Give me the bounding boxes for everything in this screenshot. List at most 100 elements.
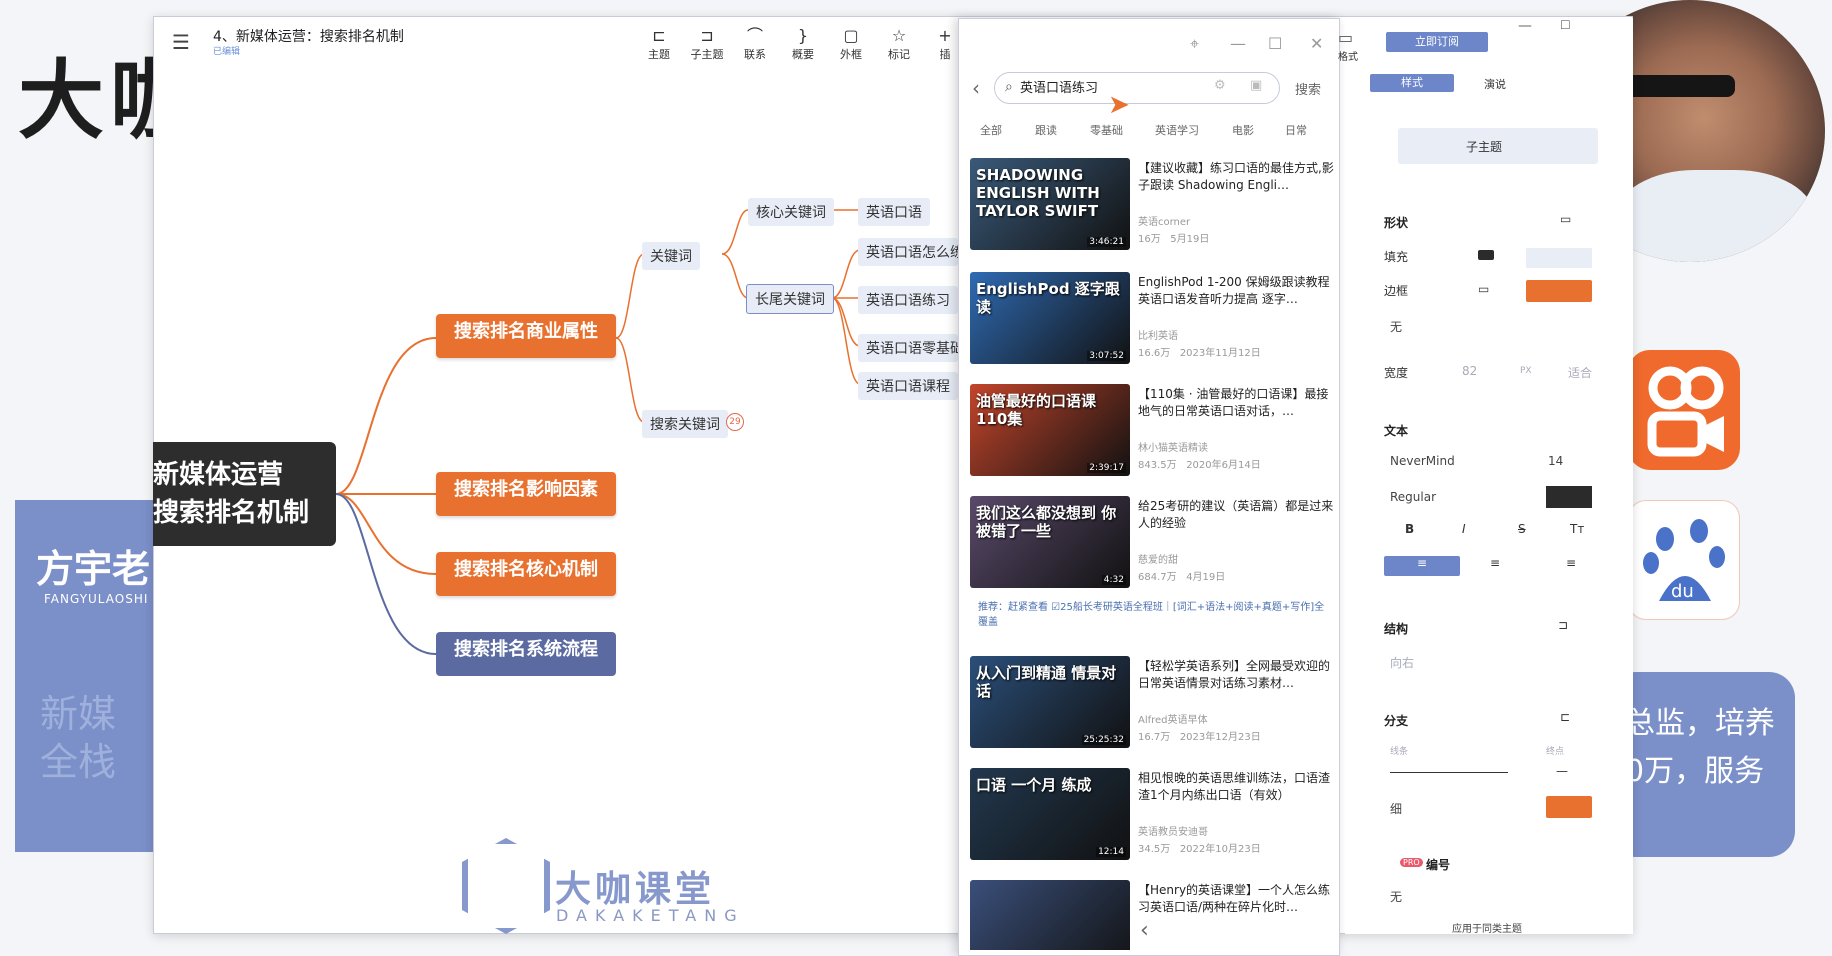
image-search-icon[interactable]: ▣ bbox=[1250, 78, 1262, 93]
text-color-swatch[interactable] bbox=[1546, 486, 1592, 508]
mindmap-leaf-1[interactable]: 英语口语 bbox=[858, 198, 930, 226]
video-result[interactable]: 从入门到精通 情景对话 25:25:32 【轻松学英语系列】全网最受欢迎的日常英语情… bbox=[970, 656, 1332, 751]
align-center-icon[interactable]: ≡ bbox=[1490, 556, 1500, 570]
mindmap-leaf-5[interactable]: 英语口语课程 bbox=[858, 372, 958, 400]
video-result[interactable]: 口语 一个月 练成 12:14 相见恨晚的英语思维训练法，口语渣渣1个月内练出口语（… bbox=[970, 768, 1332, 863]
video-title[interactable]: 【110集 · 油管最好的口语课】最接地气的日常英语口语对话，… bbox=[1138, 386, 1334, 420]
video-author[interactable]: 林小猫英语精读 bbox=[1138, 439, 1208, 454]
font-family-select[interactable]: NeverMind bbox=[1390, 454, 1455, 468]
video-result[interactable]: SHADOWING ENGLISH WITH TAYLOR SWIFT 3:46:… bbox=[970, 158, 1334, 253]
maximize-icon[interactable]: ☐ bbox=[1268, 34, 1282, 53]
fill-swatch[interactable] bbox=[1478, 250, 1494, 260]
shape-icon[interactable]: ▭ bbox=[1560, 212, 1571, 226]
align-left-icon[interactable]: ≡ bbox=[1384, 556, 1460, 576]
structure-section[interactable]: 结构 bbox=[1384, 620, 1408, 637]
mindmap-branch-process[interactable]: 搜索排名系统流程 bbox=[436, 632, 616, 676]
shape-section[interactable]: 形状 bbox=[1384, 214, 1408, 231]
line-weight-select[interactable]: 细 bbox=[1390, 800, 1402, 817]
window-maximize-icon[interactable]: ☐ bbox=[1560, 18, 1571, 32]
minimize-icon[interactable]: — bbox=[1230, 34, 1246, 53]
filter-tab-beginner[interactable]: 零基础 bbox=[1090, 122, 1123, 138]
italic-icon[interactable]: I bbox=[1462, 522, 1466, 536]
numbering-select[interactable]: 无 bbox=[1390, 888, 1402, 905]
collapsed-count-badge[interactable]: 29 bbox=[726, 413, 744, 431]
fill-color-box[interactable] bbox=[1526, 248, 1592, 268]
branch-icon[interactable]: ⊏ bbox=[1560, 710, 1570, 724]
settings-icon[interactable]: ⚙ bbox=[1214, 78, 1226, 93]
pin-icon[interactable]: ⌖ bbox=[1190, 34, 1199, 54]
filter-tab-all[interactable]: 全部 bbox=[980, 122, 1002, 138]
style-tab[interactable]: 样式 bbox=[1370, 74, 1454, 92]
mindmap-leaf-4[interactable]: 英语口语零基础 bbox=[858, 334, 958, 362]
mindmap-topic-long-tail[interactable]: 长尾关键词 bbox=[746, 284, 834, 314]
present-tab[interactable]: 演说 bbox=[1484, 76, 1506, 92]
filter-tab-english[interactable]: 英语学习 bbox=[1155, 122, 1199, 138]
branch-color-swatch[interactable] bbox=[1546, 796, 1592, 818]
video-result[interactable]: EnglishPod 逐字跟读 3:07:52 EnglishPod 1-200 保… bbox=[970, 272, 1332, 367]
video-author[interactable]: 英语corner bbox=[1138, 213, 1190, 228]
video-thumbnail[interactable]: 口语 一个月 练成 12:14 bbox=[970, 768, 1130, 860]
font-size-select[interactable]: 14 bbox=[1548, 454, 1563, 468]
text-section[interactable]: 文本 bbox=[1384, 422, 1408, 439]
video-result[interactable]: 我们这么都没想到 你被错了一些 4:32 给25考研的建议（英语篇）都是过来人的经验… bbox=[970, 496, 1334, 591]
mindmap-leaf-3[interactable]: 英语口语练习 bbox=[858, 286, 958, 314]
mindmap-topic-keyword[interactable]: 关键词 bbox=[642, 242, 700, 270]
back-icon[interactable]: ‹ bbox=[972, 76, 980, 100]
video-thumbnail[interactable]: 我们这么都没想到 你被错了一些 4:32 bbox=[970, 496, 1130, 588]
thumbnail-text: 口语 一个月 练成 bbox=[976, 776, 1092, 794]
mindmap-branch-core[interactable]: 搜索排名核心机制 bbox=[436, 552, 616, 596]
video-thumbnail[interactable]: 油管最好的口语课 110集 2:39:17 bbox=[970, 384, 1130, 476]
branch-section[interactable]: 分支 bbox=[1384, 712, 1408, 729]
mindmap-root-topic[interactable]: 新媒体运营 搜索排名机制 bbox=[153, 442, 336, 546]
filter-tab-movie[interactable]: 电影 bbox=[1232, 122, 1254, 138]
popup-back-icon[interactable]: ‹ bbox=[1140, 918, 1149, 943]
video-title[interactable]: 相见恨晚的英语思维训练法，口语渣渣1个月内练出口语（有效） bbox=[1138, 770, 1334, 804]
fit-button[interactable]: 适合 bbox=[1568, 364, 1592, 381]
format-icon[interactable]: ▭ bbox=[1338, 28, 1353, 47]
width-input[interactable]: 82 bbox=[1462, 364, 1477, 378]
video-title[interactable]: 【建议收藏】练习口语的最佳方式,影子跟读 Shadowing Engli… bbox=[1138, 160, 1334, 194]
text-case-icon[interactable]: Tт bbox=[1570, 522, 1584, 536]
video-author[interactable]: 慈爱的甜 bbox=[1138, 551, 1178, 566]
format-label: 格式 bbox=[1338, 52, 1358, 63]
strikethrough-icon[interactable]: S bbox=[1518, 522, 1526, 536]
filter-tab-follow[interactable]: 跟读 bbox=[1035, 122, 1057, 138]
filter-tab-daily[interactable]: 日常 bbox=[1285, 122, 1307, 138]
apply-same-topics-button[interactable]: 应用于同类主题 bbox=[1452, 920, 1522, 935]
mindmap-branch-commercial[interactable]: 搜索排名商业属性 bbox=[436, 314, 616, 358]
recommendation-link[interactable]: 推荐：赶紧查看 ☑25船长考研英语全程班｜[词汇+语法+阅读+真题+写作]全覆盖 bbox=[978, 600, 1330, 630]
structure-direction-select[interactable]: 向右 bbox=[1390, 654, 1414, 671]
video-author[interactable]: 英语教员安迪哥 bbox=[1138, 823, 1208, 838]
video-thumbnail[interactable]: SHADOWING ENGLISH WITH TAYLOR SWIFT 3:46:… bbox=[970, 158, 1130, 250]
numbering-section[interactable]: 编号 bbox=[1426, 856, 1450, 873]
font-weight-select[interactable]: Regular bbox=[1390, 490, 1436, 504]
video-title[interactable]: 给25考研的建议（英语篇）都是过来人的经验 bbox=[1138, 498, 1334, 532]
mindmap-topic-search-keyword[interactable]: 搜索关键词 bbox=[642, 410, 728, 438]
video-author[interactable]: Alfred英语早体 bbox=[1138, 711, 1208, 726]
border-shape-icon[interactable]: ▭ bbox=[1478, 282, 1489, 296]
video-title[interactable]: 【轻松学英语系列】全网最受欢迎的日常英语情景对话练习素材… bbox=[1138, 658, 1334, 692]
search-button[interactable]: 搜索 bbox=[1295, 79, 1321, 98]
end-style-select[interactable]: — bbox=[1556, 764, 1568, 778]
mindmap-leaf-2[interactable]: 英语口语怎么练 bbox=[858, 238, 958, 266]
video-thumbnail[interactable]: 从入门到精通 情景对话 25:25:32 bbox=[970, 656, 1130, 748]
border-color-swatch[interactable] bbox=[1526, 280, 1592, 302]
window-minimize-icon[interactable]: — bbox=[1518, 18, 1532, 34]
subscribe-button[interactable]: 立即订阅 bbox=[1386, 32, 1488, 52]
video-author[interactable]: 比利英语 bbox=[1138, 327, 1178, 342]
video-result[interactable]: 【Henry的英语课堂】一个人怎么练习英语口语/两种在碎片化时… bbox=[970, 880, 1332, 950]
video-title[interactable]: EnglishPod 1-200 保姆级跟读教程 英语口语发音听力提高 逐字… bbox=[1138, 274, 1334, 308]
align-right-icon[interactable]: ≡ bbox=[1566, 556, 1576, 570]
mindmap-branch-factors[interactable]: 搜索排名影响因素 bbox=[436, 472, 616, 516]
line-style-select[interactable] bbox=[1390, 772, 1508, 773]
structure-icon[interactable]: ⊐ bbox=[1558, 618, 1568, 632]
video-thumbnail[interactable]: EnglishPod 逐字跟读 3:07:52 bbox=[970, 272, 1130, 364]
mindmap-topic-core-keyword[interactable]: 核心关键词 bbox=[748, 198, 834, 226]
video-title[interactable]: 【Henry的英语课堂】一个人怎么练习英语口语/两种在碎片化时… bbox=[1138, 882, 1332, 916]
border-style-select[interactable]: 无 bbox=[1390, 318, 1402, 335]
bold-icon[interactable]: B bbox=[1405, 522, 1414, 536]
border-label: 边框 bbox=[1384, 284, 1409, 298]
close-icon[interactable]: ✕ bbox=[1310, 34, 1323, 53]
video-thumbnail[interactable] bbox=[970, 880, 1130, 950]
video-result[interactable]: 油管最好的口语课 110集 2:39:17 【110集 · 油管最好的口语课】最接地… bbox=[970, 384, 1332, 479]
